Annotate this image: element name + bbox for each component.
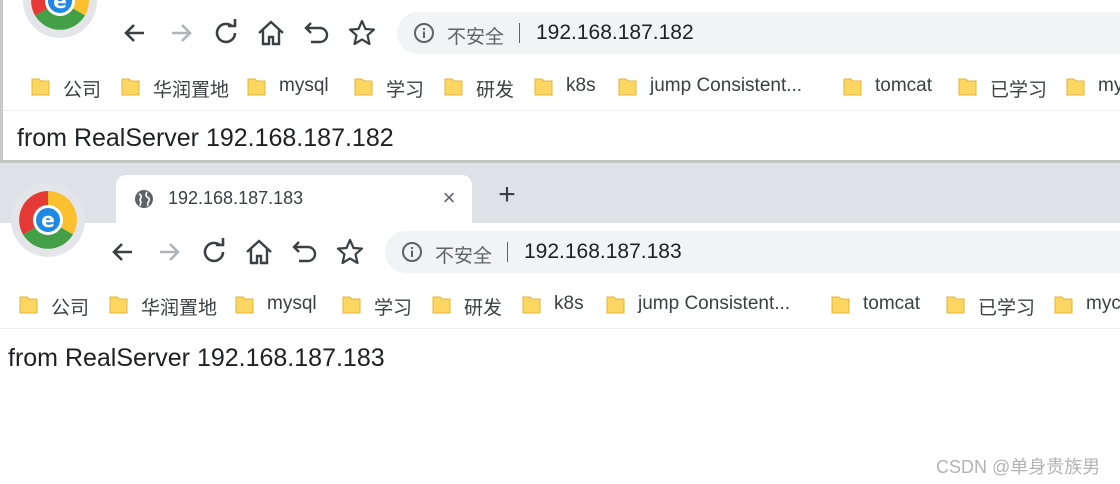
folder-icon	[843, 78, 862, 96]
folder-icon	[19, 296, 38, 314]
folder-icon	[1054, 296, 1073, 314]
undo-button[interactable]	[301, 17, 333, 49]
folder-icon	[432, 296, 451, 314]
back-button[interactable]	[107, 236, 139, 268]
svg-text:e: e	[41, 208, 55, 232]
folder-icon	[444, 78, 463, 96]
toolbar: e 不安全 192.168.187.183	[0, 183, 1120, 281]
home-button[interactable]	[255, 17, 287, 49]
info-icon[interactable]	[413, 22, 435, 44]
reload-icon	[215, 19, 237, 44]
back-button[interactable]	[119, 17, 151, 49]
reload-button[interactable]	[198, 236, 230, 268]
bookmark-star-button[interactable]	[334, 236, 366, 268]
arrow-left-icon	[124, 24, 144, 42]
folder-icon	[831, 296, 850, 314]
folder-icon	[946, 296, 965, 314]
forward-button[interactable]	[165, 17, 197, 49]
page-body-text: from RealServer 192.168.187.182	[17, 124, 394, 152]
tab-strip: 192.168.187.183 × +	[0, 163, 1120, 223]
folder-icon	[121, 78, 140, 96]
browser-window-2: 192.168.187.183 × + e 不安全 192.168.187.18…	[0, 163, 1120, 484]
reload-icon	[203, 238, 225, 263]
undo-icon	[304, 22, 329, 44]
url-text[interactable]: 192.168.187.183	[524, 240, 682, 264]
star-icon	[336, 238, 364, 265]
arrow-left-icon	[112, 243, 132, 261]
star-icon	[348, 19, 376, 46]
folder-icon	[109, 296, 128, 314]
toolbar: e 不安全 192.168.187.182	[3, 0, 1120, 62]
folder-icon	[522, 296, 541, 314]
bookmarks-bar: 公司 华润置地 mysql 学习 研发 k8s jump Consistent.…	[3, 64, 1120, 111]
arrow-right-icon	[160, 243, 180, 261]
svg-text:e: e	[53, 0, 67, 13]
url-text[interactable]: 192.168.187.182	[536, 21, 694, 45]
home-icon	[246, 239, 272, 265]
folder-icon	[618, 78, 637, 96]
address-bar[interactable]: 不安全 192.168.187.183	[385, 231, 1120, 273]
folder-icon	[1066, 78, 1085, 96]
bookmarks-bar: 公司 华润置地 mysql 学习 研发 k8s jump Consistent.…	[0, 282, 1120, 329]
new-tab-button[interactable]: +	[494, 180, 520, 210]
browser-logo[interactable]: e	[23, 0, 97, 38]
arrow-right-icon	[172, 24, 192, 42]
globe-icon	[135, 190, 153, 208]
security-label: 不安全	[435, 246, 493, 267]
security-label: 不安全	[447, 27, 505, 48]
divider	[519, 23, 520, 43]
close-tab-button[interactable]: ×	[436, 185, 462, 211]
folder-icon	[342, 296, 361, 314]
undo-button[interactable]	[289, 236, 321, 268]
browser-window-1: e 不安全 192.168.187.182 公司 华润置地 mysql 学习 研…	[0, 0, 1120, 162]
forward-button[interactable]	[153, 236, 185, 268]
tab-active[interactable]: 192.168.187.183 ×	[116, 175, 472, 223]
undo-icon	[292, 241, 317, 263]
folder-icon	[31, 78, 50, 96]
folder-icon	[354, 78, 373, 96]
address-bar[interactable]: 不安全 192.168.187.182	[397, 12, 1120, 54]
tab-title: 192.168.187.183	[168, 188, 304, 208]
folder-icon	[606, 296, 625, 314]
bookmark-star-button[interactable]	[346, 17, 378, 49]
folder-icon	[247, 78, 266, 96]
browser-logo[interactable]: e	[11, 183, 85, 257]
page-body-text: from RealServer 192.168.187.183	[8, 344, 385, 372]
folder-icon	[235, 296, 254, 314]
divider	[507, 242, 508, 262]
reload-button[interactable]	[210, 17, 242, 49]
folder-icon	[958, 78, 977, 96]
info-icon[interactable]	[401, 241, 423, 263]
folder-icon	[534, 78, 553, 96]
home-button[interactable]	[243, 236, 275, 268]
home-icon	[258, 20, 284, 46]
watermark: CSDN @单身贵族男	[936, 457, 1101, 477]
